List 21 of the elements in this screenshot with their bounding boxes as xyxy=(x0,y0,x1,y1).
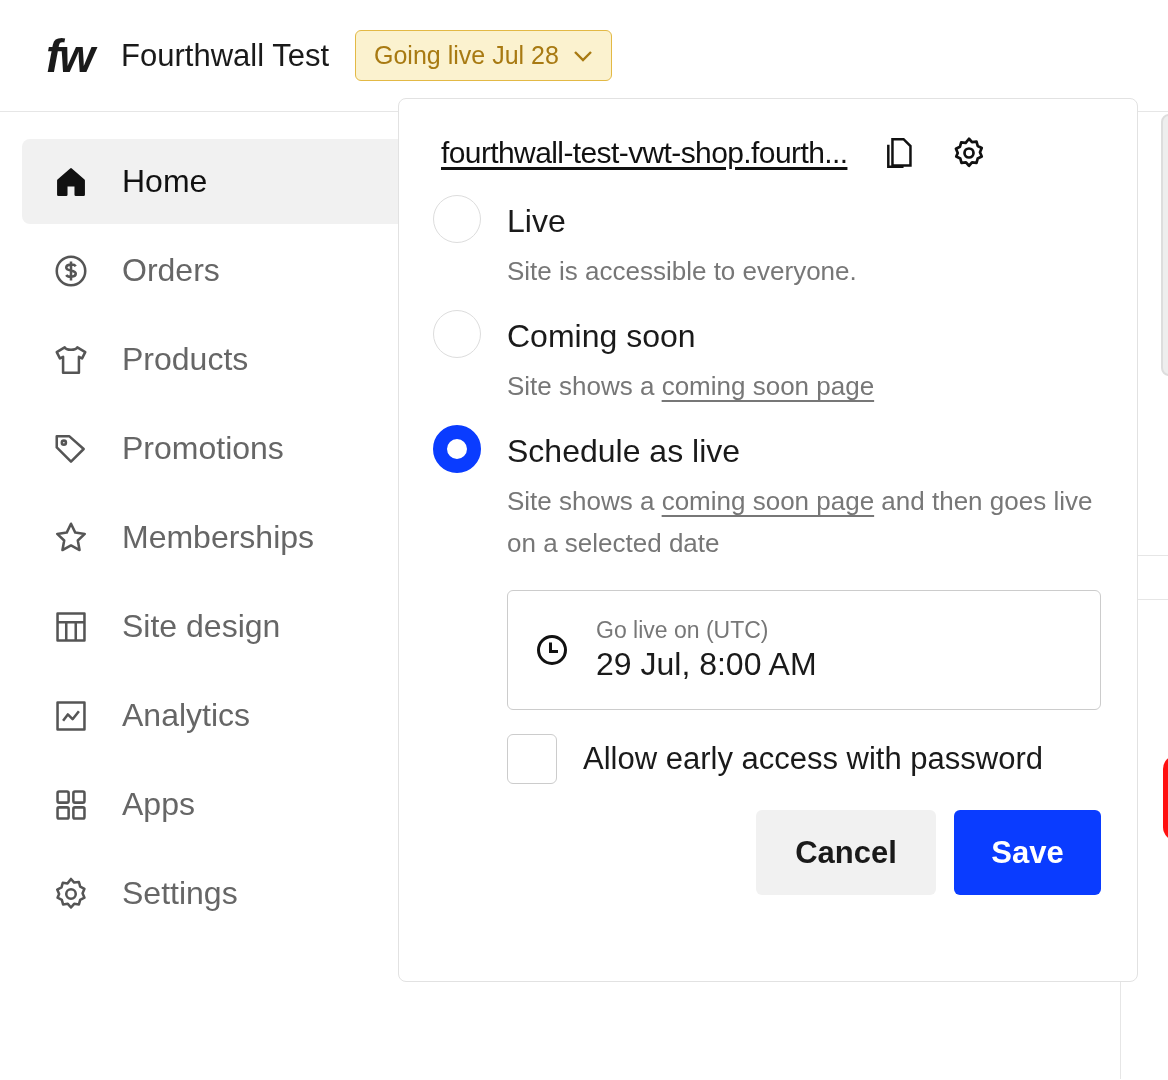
nav-item[interactable]: Settings xyxy=(22,851,522,936)
nav-item[interactable]: Apps xyxy=(22,762,522,847)
coming-soon-link[interactable]: coming soon page xyxy=(661,371,875,401)
option-title: Coming soon xyxy=(507,318,697,355)
option-description: Site is accessible to everyone. xyxy=(507,255,858,288)
checkbox-label: Allow early access with password xyxy=(583,741,1043,777)
cancel-button[interactable]: Cancel xyxy=(756,810,936,895)
date-label: Go live on (UTC) xyxy=(596,617,770,644)
radio-button[interactable] xyxy=(433,425,481,473)
option-title: Schedule as live xyxy=(507,433,742,470)
checkbox[interactable] xyxy=(507,734,557,784)
chevron-down-icon xyxy=(572,49,593,62)
status-dropdown[interactable]: Going live Jul 28 xyxy=(355,30,612,81)
save-button[interactable]: Save xyxy=(954,810,1101,895)
coming-soon-link[interactable]: coming soon page xyxy=(661,486,875,516)
option-description: Site shows a coming soon page xyxy=(507,370,876,403)
option-description: Site shows a coming soon page and then goes live on a selected date xyxy=(507,485,1094,560)
date-value: 29 Jul, 8:00 AM xyxy=(596,646,817,683)
clock-icon xyxy=(534,632,570,668)
store-name: Fourthwall Test xyxy=(121,37,329,74)
date-field[interactable]: Go live on (UTC) 29 Jul, 8:00 AM xyxy=(507,590,1101,710)
